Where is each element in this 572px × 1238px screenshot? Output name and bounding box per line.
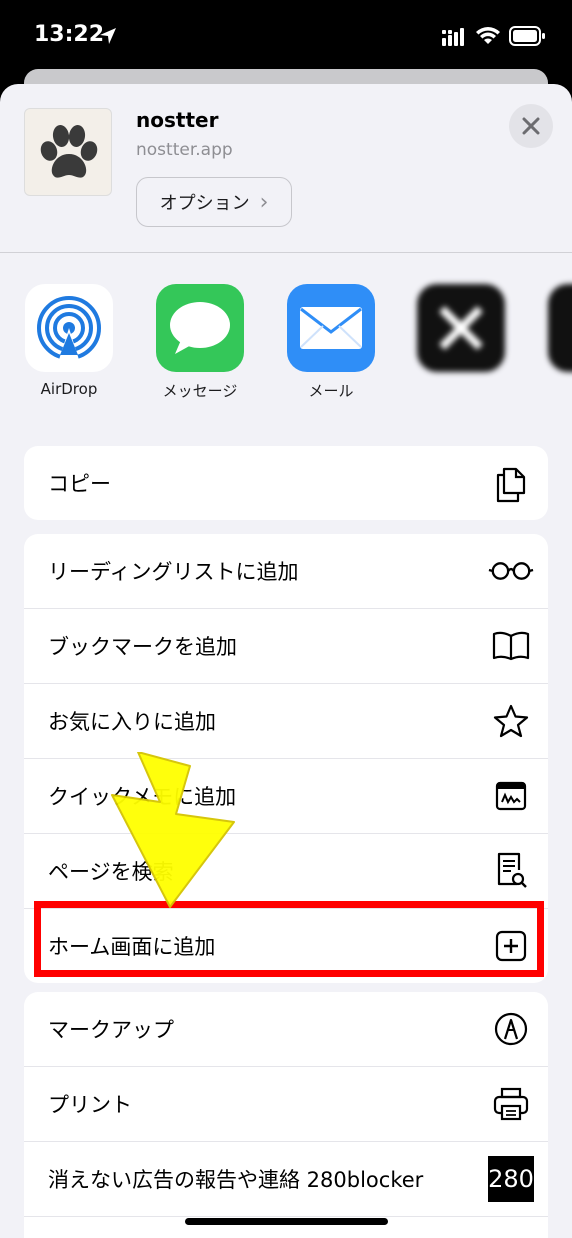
wifi-icon <box>476 26 500 50</box>
close-button[interactable] <box>509 104 553 148</box>
airdrop-icon <box>25 284 113 372</box>
paw-icon <box>40 125 98 178</box>
share-app-row: AirDrop メッセージ メール <box>0 284 572 404</box>
location-arrow-icon <box>99 27 117 49</box>
options-label: オプション <box>159 193 250 214</box>
share-target-label: メッセージ <box>162 382 238 400</box>
page-url: nostter.app <box>136 140 233 160</box>
site-thumbnail <box>24 108 112 196</box>
header-divider <box>0 252 572 253</box>
quick-note-icon <box>488 773 534 819</box>
action-label: マークアップ <box>48 1018 174 1042</box>
find-on-page-icon <box>488 848 534 894</box>
action-copy[interactable]: コピー <box>24 446 548 520</box>
pointer-arrow-icon <box>111 752 235 908</box>
action-label: お気に入りに追加 <box>48 710 216 734</box>
book-icon <box>488 623 534 669</box>
markup-icon <box>488 1006 534 1052</box>
action-group-copy: コピー <box>24 446 548 520</box>
share-target-app[interactable] <box>542 284 572 380</box>
highlight-box <box>34 901 544 977</box>
mail-icon <box>287 284 375 372</box>
action-label: 消えない広告の報告や連絡 280blocker <box>48 1168 424 1192</box>
battery-icon <box>509 26 545 50</box>
share-target-airdrop[interactable]: AirDrop <box>19 284 119 398</box>
copy-icon <box>488 460 534 506</box>
options-button[interactable]: オプション › <box>136 177 292 227</box>
x-app-icon <box>417 284 505 372</box>
share-target-messages[interactable]: メッセージ <box>150 284 250 401</box>
close-icon <box>522 117 540 135</box>
action-group-extensions: マークアップ プリント 消えない広告の報告や連絡 280blocker 280 <box>24 992 548 1238</box>
glasses-icon <box>488 548 534 594</box>
280blocker-badge: 280 <box>488 1156 534 1202</box>
share-target-label: メール <box>308 382 354 400</box>
action-print[interactable]: プリント <box>24 1067 548 1142</box>
share-target-mail[interactable]: メール <box>281 284 381 401</box>
page-title: nostter <box>136 108 219 132</box>
status-bar: 13:22 <box>0 0 572 70</box>
action-markup[interactable]: マークアップ <box>24 992 548 1067</box>
share-target-label: AirDrop <box>40 380 98 398</box>
home-indicator <box>185 1218 388 1225</box>
action-label: リーディングリストに追加 <box>48 560 299 584</box>
action-add-favorites[interactable]: お気に入りに追加 <box>24 684 548 759</box>
action-add-bookmark[interactable]: ブックマークを追加 <box>24 609 548 684</box>
action-label: コピー <box>48 472 111 496</box>
chevron-right-icon: › <box>259 189 269 215</box>
share-target-x[interactable] <box>411 284 511 380</box>
share-sheet: nostter nostter.app オプション › AirDrop メッセー… <box>0 84 572 1238</box>
action-label: プリント <box>48 1093 132 1117</box>
app-icon <box>548 284 572 372</box>
cellular-signal-icon <box>442 28 470 50</box>
printer-icon <box>488 1081 534 1127</box>
280blocker-icon: 280 <box>488 1156 534 1202</box>
action-280blocker-report[interactable]: 消えない広告の報告や連絡 280blocker 280 <box>24 1142 548 1217</box>
share-header: nostter nostter.app オプション › <box>0 84 572 252</box>
action-label: ブックマークを追加 <box>48 635 237 659</box>
messages-icon <box>156 284 244 372</box>
star-icon <box>488 698 534 744</box>
status-time: 13:22 <box>34 22 105 47</box>
action-add-reading-list[interactable]: リーディングリストに追加 <box>24 534 548 609</box>
